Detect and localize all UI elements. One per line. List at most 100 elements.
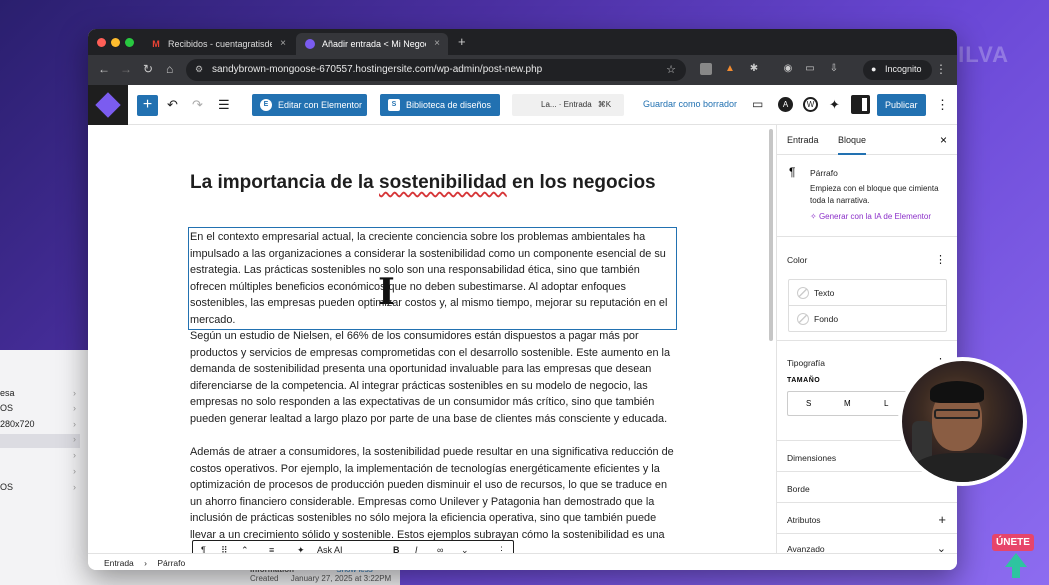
- extension-icon[interactable]: [700, 63, 712, 75]
- size-s-option[interactable]: S: [806, 399, 811, 408]
- extension-icon[interactable]: ▲: [724, 63, 736, 75]
- color-text-option[interactable]: Texto: [789, 280, 946, 306]
- editor-canvas: La importancia de la sostenibilidad en l…: [88, 125, 776, 553]
- site-info-icon[interactable]: ⚙: [195, 64, 203, 75]
- paragraph-block[interactable]: Además de atraer a consumidores, la sost…: [190, 444, 675, 543]
- back-icon[interactable]: ←: [98, 62, 110, 76]
- paragraph-icon: ¶: [789, 165, 796, 179]
- save-draft-button[interactable]: Guardar como borrador: [643, 99, 737, 109]
- browser-menu-icon[interactable]: ⋮: [935, 62, 947, 76]
- align-icon[interactable]: ≡: [269, 545, 274, 553]
- maximize-window-button[interactable]: [125, 38, 134, 47]
- site-logo-button[interactable]: [88, 85, 128, 125]
- size-l-option[interactable]: L: [884, 399, 888, 408]
- publish-button[interactable]: Publicar: [877, 94, 926, 116]
- preview-device-icon[interactable]: ▭: [752, 97, 763, 111]
- wordpress-icon[interactable]: W: [803, 97, 818, 112]
- ai-sparkle-icon[interactable]: ✦: [829, 97, 840, 113]
- block-name: Párrafo: [810, 168, 838, 178]
- presenter-hair: [930, 381, 984, 403]
- bookmark-star-icon[interactable]: ☆: [666, 63, 676, 76]
- url-input[interactable]: ⚙ sandybrown-mongoose-670557.hostingersi…: [186, 59, 686, 81]
- color-panel: Color ⋮ Texto Fondo: [777, 237, 957, 341]
- block-description: Empieza con el bloque que cimienta toda …: [810, 184, 939, 205]
- media-icon[interactable]: ◉: [782, 63, 794, 75]
- drag-handle-icon[interactable]: ⠿: [221, 545, 228, 553]
- block-breadcrumb: Entrada › Párrafo: [88, 553, 957, 570]
- paragraph-block-selected[interactable]: En el contexto empresarial actual, la cr…: [188, 227, 677, 330]
- ask-ai-button[interactable]: Ask AI: [317, 545, 343, 553]
- join-badge: ÚNETE: [992, 534, 1034, 551]
- breadcrumb-parrafo[interactable]: Párrafo: [157, 558, 185, 568]
- generate-ai-link[interactable]: ✧ Generar con la IA de Elementor: [810, 212, 931, 221]
- astra-icon[interactable]: A: [778, 97, 793, 112]
- arrow-up-icon: [1005, 553, 1027, 567]
- arrow-up-stem: [1012, 566, 1020, 578]
- microphone-icon: [912, 421, 932, 461]
- reload-icon[interactable]: ↻: [143, 62, 153, 76]
- color-options-icon[interactable]: ⋮: [935, 253, 946, 266]
- ai-sparkle-icon[interactable]: ✦: [297, 545, 305, 553]
- webcam-overlay: [898, 357, 1027, 486]
- address-bar: ← → ↻ ⌂ ⚙ sandybrown-mongoose-670557.hos…: [88, 55, 957, 85]
- background-row: OS ›: [0, 482, 76, 492]
- background-row: esa ›: [0, 388, 76, 398]
- more-formats-icon[interactable]: ⌄: [461, 545, 469, 553]
- forward-icon[interactable]: →: [120, 62, 132, 76]
- close-sidebar-icon[interactable]: ×: [940, 133, 947, 147]
- size-m-option[interactable]: M: [844, 399, 851, 408]
- tab-add-post[interactable]: Añadir entrada < Mi Negocio ×: [296, 33, 448, 55]
- tab-bar: M Recibidos - cuentagratisdelw × Añadir …: [88, 29, 957, 55]
- block-options-icon[interactable]: ⋮: [497, 545, 506, 553]
- presenter-shirt: [910, 453, 1020, 482]
- block-inserter-button[interactable]: +: [137, 95, 158, 116]
- tab-gmail[interactable]: M Recibidos - cuentagratisdelw ×: [142, 33, 294, 55]
- tab-bloque[interactable]: Bloque: [838, 135, 867, 155]
- undo-icon[interactable]: ↶: [167, 97, 178, 113]
- sidebar-icon: [862, 98, 867, 111]
- paragraph-block[interactable]: Según un estudio de Nielsen, el 66% de l…: [190, 328, 675, 427]
- post-title[interactable]: La importancia de la sostenibilidad en l…: [190, 172, 656, 194]
- advanced-panel[interactable]: Avanzado ⌄: [777, 534, 957, 555]
- background-row: ›: [73, 450, 76, 460]
- color-swatch-icon: [797, 287, 809, 299]
- site-favicon-icon: [305, 39, 315, 49]
- sidebar-tabs: Entrada Bloque ×: [777, 125, 957, 155]
- move-block-icon[interactable]: ⌃: [241, 545, 249, 553]
- settings-sidebar-toggle[interactable]: [851, 95, 870, 114]
- document-overview-icon[interactable]: ☰: [218, 97, 230, 113]
- download-icon[interactable]: ⇩: [828, 63, 840, 75]
- edit-with-elementor-button[interactable]: E Editar con Elementor: [252, 94, 367, 116]
- link-icon[interactable]: ∞: [437, 545, 443, 553]
- paragraph-transform-icon[interactable]: ¶: [201, 545, 206, 553]
- home-icon[interactable]: ⌂: [166, 62, 173, 76]
- command-palette-button[interactable]: La... · Entrada ⌘K: [512, 94, 624, 116]
- close-tab-icon[interactable]: ×: [280, 38, 286, 49]
- background-row: ›: [73, 434, 76, 444]
- close-window-button[interactable]: [97, 38, 106, 47]
- presenter-glasses: [934, 409, 980, 419]
- background-row: OS ›: [0, 403, 76, 413]
- tab-entrada[interactable]: Entrada: [787, 135, 819, 145]
- block-card: ¶ Párrafo Empieza con el bloque que cimi…: [777, 155, 957, 237]
- library-icon: S: [388, 99, 400, 111]
- cast-icon[interactable]: ▭: [804, 63, 816, 75]
- color-background-option[interactable]: Fondo: [789, 306, 946, 332]
- background-row: ›: [73, 466, 76, 476]
- editor-scrollbar[interactable]: [769, 129, 773, 341]
- breadcrumb-entrada[interactable]: Entrada: [104, 558, 134, 568]
- italic-icon[interactable]: I: [415, 545, 418, 553]
- incognito-badge[interactable]: ● Incognito: [863, 60, 932, 80]
- bold-icon[interactable]: B: [393, 545, 400, 553]
- breadcrumb-separator-icon: ›: [144, 558, 147, 568]
- minimize-window-button[interactable]: [111, 38, 120, 47]
- new-tab-button[interactable]: +: [458, 34, 466, 49]
- close-tab-icon[interactable]: ×: [434, 38, 440, 49]
- attributes-panel[interactable]: Atributos +: [777, 503, 957, 534]
- extensions-puzzle-icon[interactable]: ✱: [748, 63, 760, 75]
- options-menu-icon[interactable]: ⋮: [936, 97, 949, 113]
- redo-icon[interactable]: ↷: [192, 97, 203, 113]
- color-swatch-icon: [797, 313, 809, 325]
- add-attribute-icon[interactable]: +: [938, 512, 946, 527]
- design-library-button[interactable]: S Biblioteca de diseños: [380, 94, 500, 116]
